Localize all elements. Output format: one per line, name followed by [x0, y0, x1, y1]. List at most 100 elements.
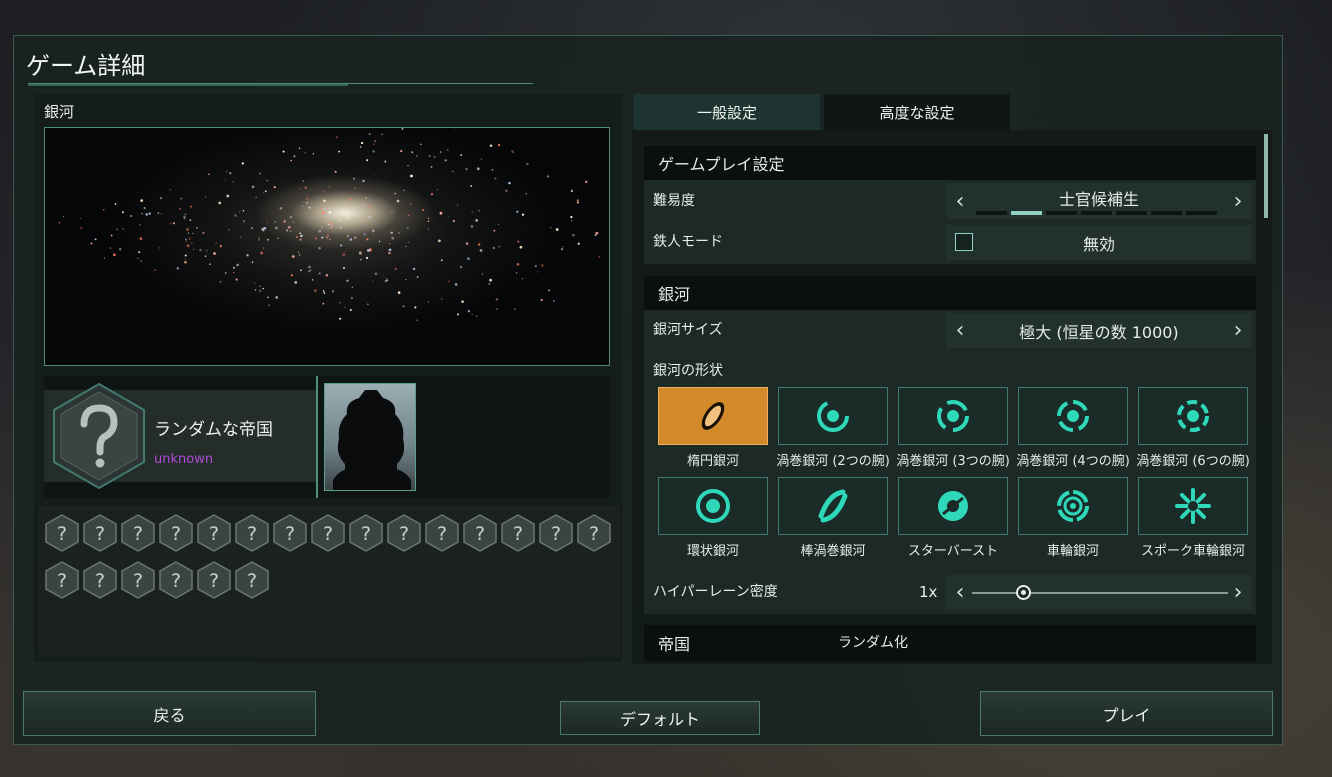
gameplay-header: ゲームプレイ設定	[644, 146, 1256, 180]
galaxy-shape-option[interactable]	[898, 477, 1008, 535]
chevron-left-icon[interactable]: ‹	[948, 313, 972, 348]
empire-slot[interactable]: ?	[44, 514, 80, 552]
randomize-label[interactable]: ランダム化	[838, 632, 908, 652]
empire-slot[interactable]: ?	[82, 514, 118, 552]
starfield	[58, 128, 601, 322]
question-hex-icon: ?	[121, 561, 155, 599]
empire-slot[interactable]: ?	[576, 514, 612, 552]
window-title: ゲーム詳細	[26, 52, 146, 80]
svg-text:?: ?	[513, 523, 523, 545]
svg-text:?: ?	[437, 523, 447, 545]
svg-text:?: ?	[209, 523, 219, 545]
question-hex-icon: ?	[235, 514, 269, 552]
empire-slot[interactable]: ?	[424, 514, 460, 552]
ring-icon	[696, 489, 730, 523]
svg-text:?: ?	[133, 570, 143, 592]
galaxy-shape-option[interactable]	[1018, 477, 1128, 535]
tab-advanced-settings[interactable]: 高度な設定	[824, 94, 1010, 130]
spiral-4-icon	[1057, 400, 1089, 432]
empire-slot[interactable]: ?	[234, 561, 270, 599]
question-hex-icon: ?	[45, 561, 79, 599]
difficulty-level-pip	[1186, 211, 1217, 215]
galaxy-shape-option[interactable]	[1018, 387, 1128, 445]
spiral-2-icon	[817, 400, 849, 432]
difficulty-level-indicator	[976, 211, 1217, 215]
svg-text:?: ?	[133, 523, 143, 545]
chevron-right-icon[interactable]: ›	[1226, 183, 1250, 219]
empire-slot[interactable]: ?	[234, 514, 270, 552]
question-hex-icon	[53, 382, 145, 490]
empire-slot[interactable]: ?	[158, 514, 194, 552]
svg-text:?: ?	[209, 570, 219, 592]
difficulty-value: 士官候補生	[1058, 190, 1139, 209]
leader-portrait[interactable]	[324, 383, 416, 491]
difficulty-label: 難易度	[653, 193, 695, 209]
hyperlane-value: 1x	[919, 583, 938, 601]
svg-text:?: ?	[323, 523, 333, 545]
svg-text:?: ?	[247, 570, 257, 592]
empire-slot[interactable]: ?	[82, 561, 118, 599]
empire-slot[interactable]: ?	[310, 514, 346, 552]
default-button[interactable]: デフォルト	[560, 701, 760, 735]
empire-slot[interactable]: ?	[386, 514, 422, 552]
empire-slot[interactable]: ?	[120, 514, 156, 552]
question-hex-icon: ?	[425, 514, 459, 552]
svg-text:?: ?	[475, 523, 485, 545]
cartwheel-icon	[1057, 490, 1089, 522]
galaxy-shape-label: 渦巻銀河 (2つの腕)	[776, 454, 890, 469]
chevron-left-icon[interactable]: ‹	[948, 575, 972, 610]
title-divider	[28, 78, 533, 86]
empire-name: ランダムな帝国	[154, 420, 273, 440]
empire-slot[interactable]: ?	[272, 514, 308, 552]
galaxy-shape-label: 楕円銀河	[686, 454, 739, 469]
question-hex-icon: ?	[311, 514, 345, 552]
question-hex-icon: ?	[273, 514, 307, 552]
ironman-label: 鉄人モード	[653, 234, 723, 250]
chevron-right-icon[interactable]: ›	[1226, 313, 1250, 348]
settings-scrollbar[interactable]	[1264, 134, 1268, 218]
empire-slot[interactable]: ?	[44, 561, 80, 599]
svg-text:?: ?	[247, 523, 257, 545]
ironman-toggle[interactable]: 無効	[946, 225, 1252, 260]
slider-handle[interactable]	[1015, 585, 1031, 600]
slider-track	[972, 592, 1228, 594]
empire-slot[interactable]: ?	[196, 561, 232, 599]
galaxy-shape-option[interactable]	[658, 387, 768, 445]
question-hex-icon: ?	[577, 514, 611, 552]
hyperlane-label: ハイパーレーン密度	[653, 584, 778, 600]
galaxy-shape-option[interactable]	[898, 387, 1008, 445]
galaxy-shape-option[interactable]	[658, 477, 768, 535]
empire-slot[interactable]: ?	[500, 514, 536, 552]
difficulty-level-pip	[1046, 211, 1077, 215]
ironman-checkbox[interactable]	[955, 233, 973, 251]
back-button[interactable]: 戻る	[23, 691, 316, 736]
question-hex-icon: ?	[83, 561, 117, 599]
galaxy-shape-label: 車輪銀河	[1046, 544, 1099, 559]
tab-general-settings[interactable]: 一般設定	[634, 94, 820, 130]
galaxy-size-label: 銀河サイズ	[653, 322, 723, 338]
question-hex-icon: ?	[197, 561, 231, 599]
svg-text:?: ?	[399, 523, 409, 545]
empire-slot[interactable]: ?	[538, 514, 574, 552]
spiral-6-icon	[1177, 400, 1209, 432]
empire-slot[interactable]: ?	[196, 514, 232, 552]
svg-text:?: ?	[285, 523, 295, 545]
galaxy-shape-option[interactable]	[1138, 477, 1248, 535]
difficulty-level-pip	[1116, 211, 1147, 215]
galaxy-size-selector[interactable]: ‹ 極大 (恒星の数 1000) ›	[946, 313, 1252, 348]
galaxy-shape-option[interactable]	[1138, 387, 1248, 445]
ironman-value: 無効	[1082, 234, 1115, 254]
svg-text:?: ?	[361, 523, 371, 545]
empire-slot[interactable]: ?	[462, 514, 498, 552]
difficulty-level-pip	[976, 211, 1007, 215]
galaxy-shape-label: 渦巻銀河 (4つの腕)	[1016, 454, 1130, 469]
empire-slot[interactable]: ?	[348, 514, 384, 552]
galaxy-shape-option[interactable]	[778, 477, 888, 535]
play-button[interactable]: プレイ	[980, 691, 1273, 736]
chevron-right-icon[interactable]: ›	[1226, 575, 1250, 610]
chevron-left-icon[interactable]: ‹	[948, 183, 972, 219]
question-hex-icon: ?	[159, 561, 193, 599]
empire-slot[interactable]: ?	[158, 561, 194, 599]
empire-slot[interactable]: ?	[120, 561, 156, 599]
galaxy-shape-option[interactable]	[778, 387, 888, 445]
